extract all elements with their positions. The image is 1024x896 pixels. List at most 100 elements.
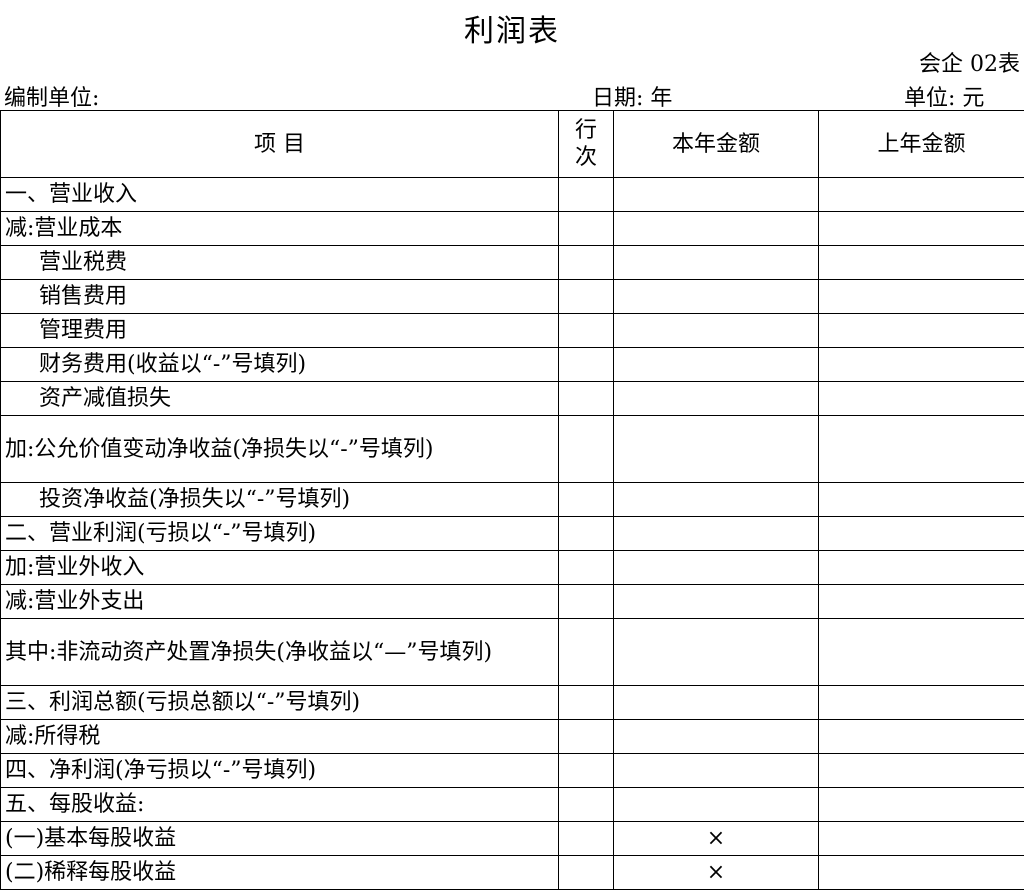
row-prior-year-cell [818,719,1024,754]
row-prior-year-cell [818,516,1024,551]
row-prior-year-cell [818,550,1024,585]
row-item-label: 减:营业外支出 [0,584,559,619]
row-current-year-cell [613,516,819,551]
row-prior-year-cell [818,855,1024,890]
table-row: 销售费用 [0,279,1024,314]
row-item-label: 减:所得税 [0,719,559,754]
row-line-number-cell [558,381,614,416]
row-item-label: 投资净收益(净损失以“-”号填列) [0,482,559,517]
row-line-number-cell [558,415,614,483]
row-prior-year-cell [818,787,1024,822]
row-current-year-cell [613,584,819,619]
row-prior-year-cell [818,347,1024,382]
row-line-number-cell [558,245,614,280]
row-line-number-cell [558,177,614,212]
table-row: 减:营业外支出 [0,584,1024,619]
report-title: 利润表 [464,14,560,49]
table-row: (二)稀释每股收益 × [0,855,1024,890]
row-line-number-cell [558,347,614,382]
row-item-label: 销售费用 [0,279,559,314]
table-row: (一)基本每股收益 × [0,821,1024,856]
row-current-year-cell [613,347,819,382]
row-prior-year-cell [818,482,1024,517]
row-prior-year-cell [818,279,1024,314]
table-row: 二、营业利润(亏损以“-”号填列) [0,516,1024,551]
row-prior-year-cell [818,313,1024,348]
row-line-number-cell [558,821,614,856]
row-current-year-cell [613,245,819,280]
row-item-label: 营业税费 [0,245,559,280]
row-item-label: 二、营业利润(亏损以“-”号填列) [0,516,559,551]
row-line-number-cell [558,584,614,619]
row-line-number-cell [558,211,614,246]
row-line-number-cell [558,516,614,551]
row-current-year-cell [613,618,819,686]
table-header-row: 项 目 行次 本年金额 上年金额 [0,110,1024,178]
row-line-number-cell [558,753,614,788]
row-prior-year-cell [818,211,1024,246]
company-label: 编制单位: [4,86,100,111]
row-item-label: 五、每股收益: [0,787,559,822]
income-statement-table: 项 目 行次 本年金额 上年金额 一、营业收入 减:营业成本 营业税费 销售费用 管理费… [0,110,1024,890]
header-item: 项 目 [0,110,559,178]
table-row: 财务费用(收益以“-”号填列) [0,347,1024,382]
row-current-year-cell [613,719,819,754]
row-current-year-cell: × [613,855,819,890]
row-prior-year-cell [818,177,1024,212]
table-row: 投资净收益(净损失以“-”号填列) [0,482,1024,517]
table-row: 减:所得税 [0,719,1024,754]
row-prior-year-cell [818,381,1024,416]
row-item-label: 三、利润总额(亏损总额以“-”号填列) [0,685,559,720]
row-current-year-cell [613,550,819,585]
table-row: 其中:非流动资产处置净损失(净收益以“—”号填列) [0,618,1024,686]
row-item-label: 加:营业外收入 [0,550,559,585]
row-line-number-cell [558,313,614,348]
form-code: 会企 02表 [919,52,1020,77]
row-prior-year-cell [818,685,1024,720]
row-item-label: 加:公允价值变动净收益(净损失以“-”号填列) [0,415,559,483]
row-current-year-cell [613,313,819,348]
table-row: 加:营业外收入 [0,550,1024,585]
row-item-label: (一)基本每股收益 [0,821,559,856]
row-prior-year-cell [818,618,1024,686]
row-prior-year-cell [818,753,1024,788]
row-item-label: 资产减值损失 [0,381,559,416]
table-row: 四、净利润(净亏损以“-”号填列) [0,753,1024,788]
unit-label: 单位: 元 [904,86,985,111]
header-current-year: 本年金额 [613,110,819,178]
row-current-year-cell [613,211,819,246]
row-current-year-cell [613,685,819,720]
table-row: 资产减值损失 [0,381,1024,416]
row-current-year-cell: × [613,821,819,856]
row-current-year-cell [613,482,819,517]
row-line-number-cell [558,855,614,890]
row-line-number-cell [558,618,614,686]
row-prior-year-cell [818,584,1024,619]
row-line-number-cell [558,685,614,720]
table-row: 减:营业成本 [0,211,1024,246]
row-item-label: 减:营业成本 [0,211,559,246]
row-current-year-cell [613,279,819,314]
header-line-no: 行次 [558,110,614,178]
date-label: 日期: 年 [592,86,673,111]
row-current-year-cell [613,753,819,788]
row-line-number-cell [558,787,614,822]
row-item-label: 其中:非流动资产处置净损失(净收益以“—”号填列) [0,618,559,686]
table-row: 加:公允价值变动净收益(净损失以“-”号填列) [0,415,1024,483]
table-row: 营业税费 [0,245,1024,280]
table-row: 五、每股收益: [0,787,1024,822]
row-line-number-cell [558,279,614,314]
row-prior-year-cell [818,245,1024,280]
row-item-label: 四、净利润(净亏损以“-”号填列) [0,753,559,788]
row-current-year-cell [613,787,819,822]
table-row: 三、利润总额(亏损总额以“-”号填列) [0,685,1024,720]
row-current-year-cell [613,381,819,416]
row-current-year-cell [613,177,819,212]
table-row: 一、营业收入 [0,177,1024,212]
row-prior-year-cell [818,821,1024,856]
row-line-number-cell [558,550,614,585]
row-item-label: 一、营业收入 [0,177,559,212]
row-item-label: 管理费用 [0,313,559,348]
row-item-label: 财务费用(收益以“-”号填列) [0,347,559,382]
row-line-number-cell [558,482,614,517]
